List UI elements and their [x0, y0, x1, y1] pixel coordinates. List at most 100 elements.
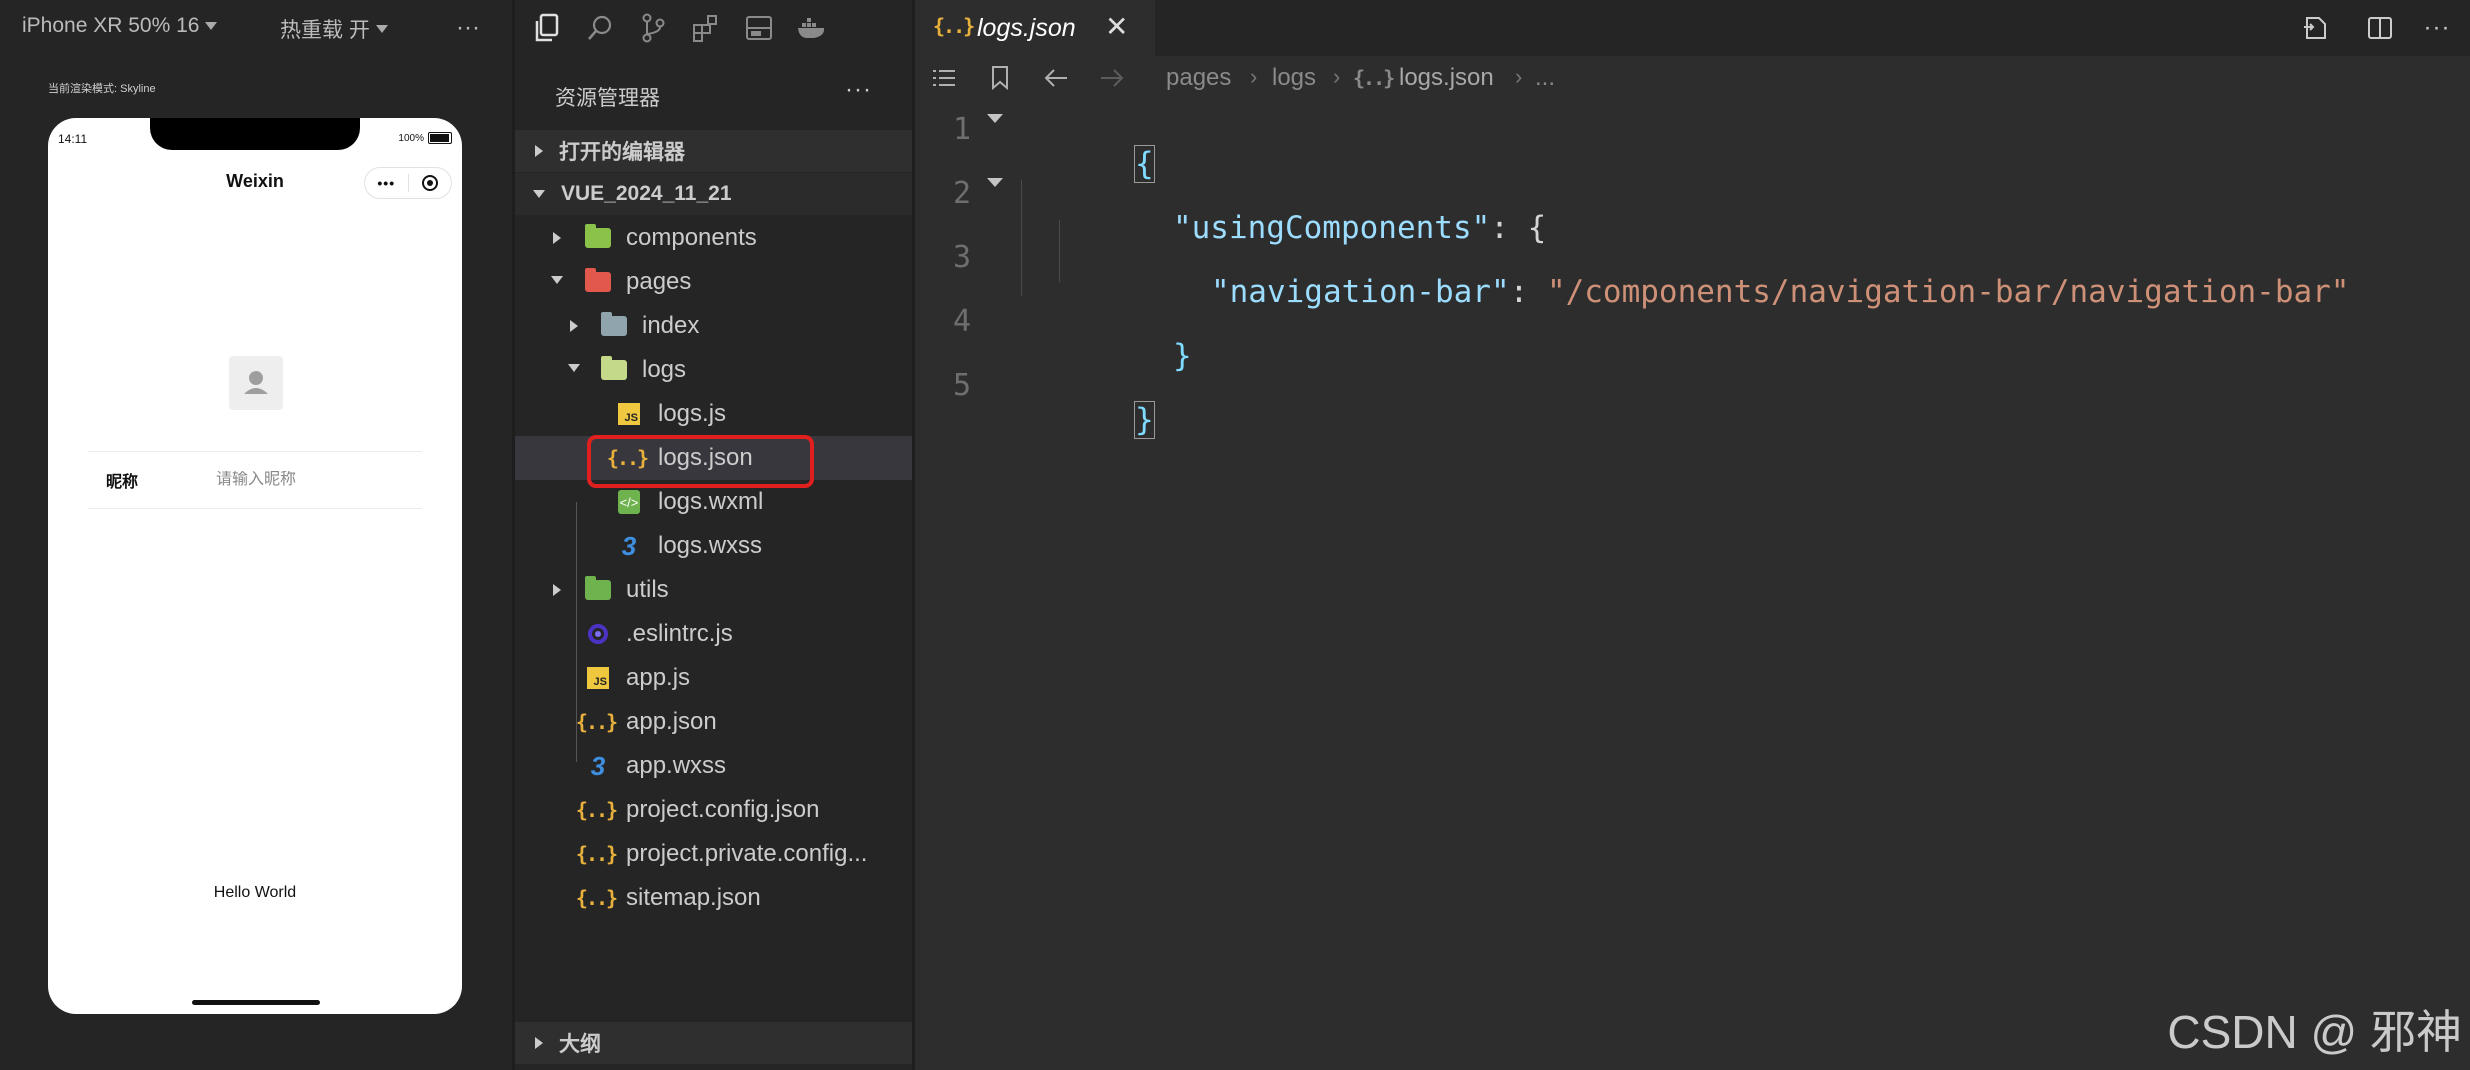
search-icon[interactable] [584, 12, 616, 44]
nickname-row: 昵称 [88, 451, 422, 509]
capsule-close-button[interactable] [409, 174, 452, 192]
json-file-icon: {..} [933, 14, 975, 38]
tree-item-pages[interactable]: pages [515, 260, 912, 304]
indent-guide [1059, 220, 1060, 282]
nickname-input[interactable] [216, 471, 396, 489]
open-editors-section[interactable]: 打开的编辑器 [515, 130, 912, 172]
tree-item-logs-js[interactable]: JS logs.js [515, 392, 912, 436]
back-arrow-icon[interactable] [1039, 62, 1073, 94]
fold-chevron-icon[interactable] [987, 114, 1003, 123]
tree-item-project-config[interactable]: {..} project.config.json [515, 788, 912, 832]
phone-screen: 14:11 100% Weixin ••• 昵称 请输入昵称 Hello Wor… [48, 118, 462, 1014]
explorer-panel: 资源管理器 ··· 打开的编辑器 VUE_2024_11_21 componen… [515, 0, 912, 1070]
device-selector[interactable]: iPhone XR 50% 16 [22, 14, 218, 38]
tree-item-label: project.private.config... [626, 840, 868, 867]
tree-item-label: logs.wxml [658, 488, 764, 515]
editor-more-icon[interactable]: ··· [2420, 12, 2454, 44]
docker-icon[interactable] [796, 12, 828, 44]
tree-item-label: components [626, 224, 757, 251]
close-icon[interactable]: ✕ [1105, 10, 1128, 43]
line-number: 2 [952, 176, 971, 211]
tree-item-app-json[interactable]: {..} app.json [515, 700, 912, 744]
tree-item-label: app.js [626, 664, 691, 691]
avatar-button[interactable] [229, 356, 283, 410]
chevron-right-icon [535, 145, 543, 157]
render-mode-text: 当前渲染模式: Skyline [48, 83, 156, 95]
line-number: 4 [952, 304, 971, 339]
breadcrumb-item[interactable]: logs.json [1399, 64, 1494, 92]
simulator-more-button[interactable]: ··· [456, 14, 480, 42]
hello-text: Hello World [213, 884, 297, 901]
source-control-icon[interactable] [637, 12, 669, 44]
project-label: VUE_2024_11_21 [561, 182, 732, 205]
extensions-icon[interactable] [690, 12, 722, 44]
fold-chevron-icon[interactable] [987, 178, 1003, 187]
tree-item-label: app.json [626, 708, 717, 735]
line-number: 1 [952, 112, 971, 147]
tree-item-app-js[interactable]: JS app.js [515, 656, 912, 700]
tab-logs-json[interactable]: {..} logs.json ✕ [915, 0, 1155, 56]
breadcrumb-item[interactable]: ... [1535, 64, 1555, 92]
tree-item-sitemap[interactable]: {..} sitemap.json [515, 876, 912, 920]
simulator-panel: iPhone XR 50% 16 热重载 开 ··· 当前渲染模式: Skyli… [0, 0, 512, 1070]
code-editor[interactable]: 1 2 3 4 5 { "usingComponents": { "naviga… [915, 106, 2470, 526]
editor-tab-bar: {..} logs.json ✕ ··· [915, 0, 2470, 56]
tree-item-label: logs.wxss [658, 532, 763, 559]
hot-reload-toggle[interactable]: 热重载 开 [280, 14, 388, 44]
list-icon[interactable] [927, 62, 961, 94]
breadcrumb-item[interactable]: pages [1166, 64, 1231, 92]
files-icon[interactable] [531, 12, 563, 44]
open-preview-icon[interactable] [2298, 12, 2332, 44]
avatar-icon [244, 371, 268, 394]
chevron-down-icon [375, 25, 388, 33]
chevron-right-icon [553, 232, 561, 244]
tree-item-label: pages [626, 268, 692, 295]
tree-item-project-private-config[interactable]: {..} project.private.config... [515, 832, 912, 876]
split-editor-icon[interactable] [2363, 12, 2397, 44]
breadcrumb-item[interactable]: logs [1272, 64, 1316, 92]
tree-item-label: .eslintrc.js [626, 620, 733, 647]
wxml-file-icon: </> [615, 488, 643, 516]
folder-icon [600, 312, 628, 340]
explorer-more-button[interactable]: ··· [845, 76, 872, 104]
tree-item-logs-wxss[interactable]: 3 logs.wxss [515, 524, 912, 568]
folder-icon [584, 224, 612, 252]
explorer-header: 资源管理器 ··· [515, 64, 912, 124]
json-file-icon: {..} [1353, 66, 1395, 90]
punct-token: : [1509, 274, 1547, 310]
activity-bar [515, 0, 912, 56]
outline-section[interactable]: 大纲 [515, 1022, 912, 1064]
bookmark-icon[interactable] [983, 62, 1017, 94]
tree-item-components[interactable]: components [515, 216, 912, 260]
battery-percent: 100% [398, 132, 424, 144]
nickname-label: 昵称 [106, 474, 139, 491]
chevron-right-icon [570, 320, 578, 332]
js-file-icon: JS [584, 664, 612, 692]
project-section[interactable]: VUE_2024_11_21 [515, 173, 912, 215]
indent-guide [1021, 180, 1022, 296]
chevron-right-icon: › [1250, 64, 1258, 89]
tree-item-app-wxss[interactable]: 3 app.wxss [515, 744, 912, 788]
tree-item-utils[interactable]: utils [515, 568, 912, 612]
chevron-down-icon [533, 190, 545, 198]
folder-open-icon [584, 268, 612, 296]
tree-item-index[interactable]: index [515, 304, 912, 348]
tree-item-eslintrc[interactable]: .eslintrc.js [515, 612, 912, 656]
phone-notch [150, 118, 360, 150]
forward-arrow-icon[interactable] [1095, 62, 1129, 94]
chevron-down-icon [205, 22, 218, 30]
chevron-down-icon [568, 364, 580, 372]
tab-label: logs.json [977, 14, 1076, 42]
annotation-highlight-box [587, 435, 814, 488]
chevron-right-icon [535, 1037, 543, 1049]
breadcrumb: pages › logs › {..} logs.json › ... [915, 56, 2470, 104]
string-token: "/components/navigation-bar/navigation-b… [1546, 274, 2350, 310]
layout-icon[interactable] [743, 12, 775, 44]
tree-item-label: sitemap.json [626, 884, 761, 911]
tree-item-logs[interactable]: logs [515, 348, 912, 392]
folder-icon [584, 576, 612, 604]
brace-token: } [1172, 338, 1192, 374]
capsule-more-button[interactable]: ••• [365, 175, 408, 191]
line-number: 3 [952, 240, 971, 275]
home-indicator [192, 1000, 320, 1005]
